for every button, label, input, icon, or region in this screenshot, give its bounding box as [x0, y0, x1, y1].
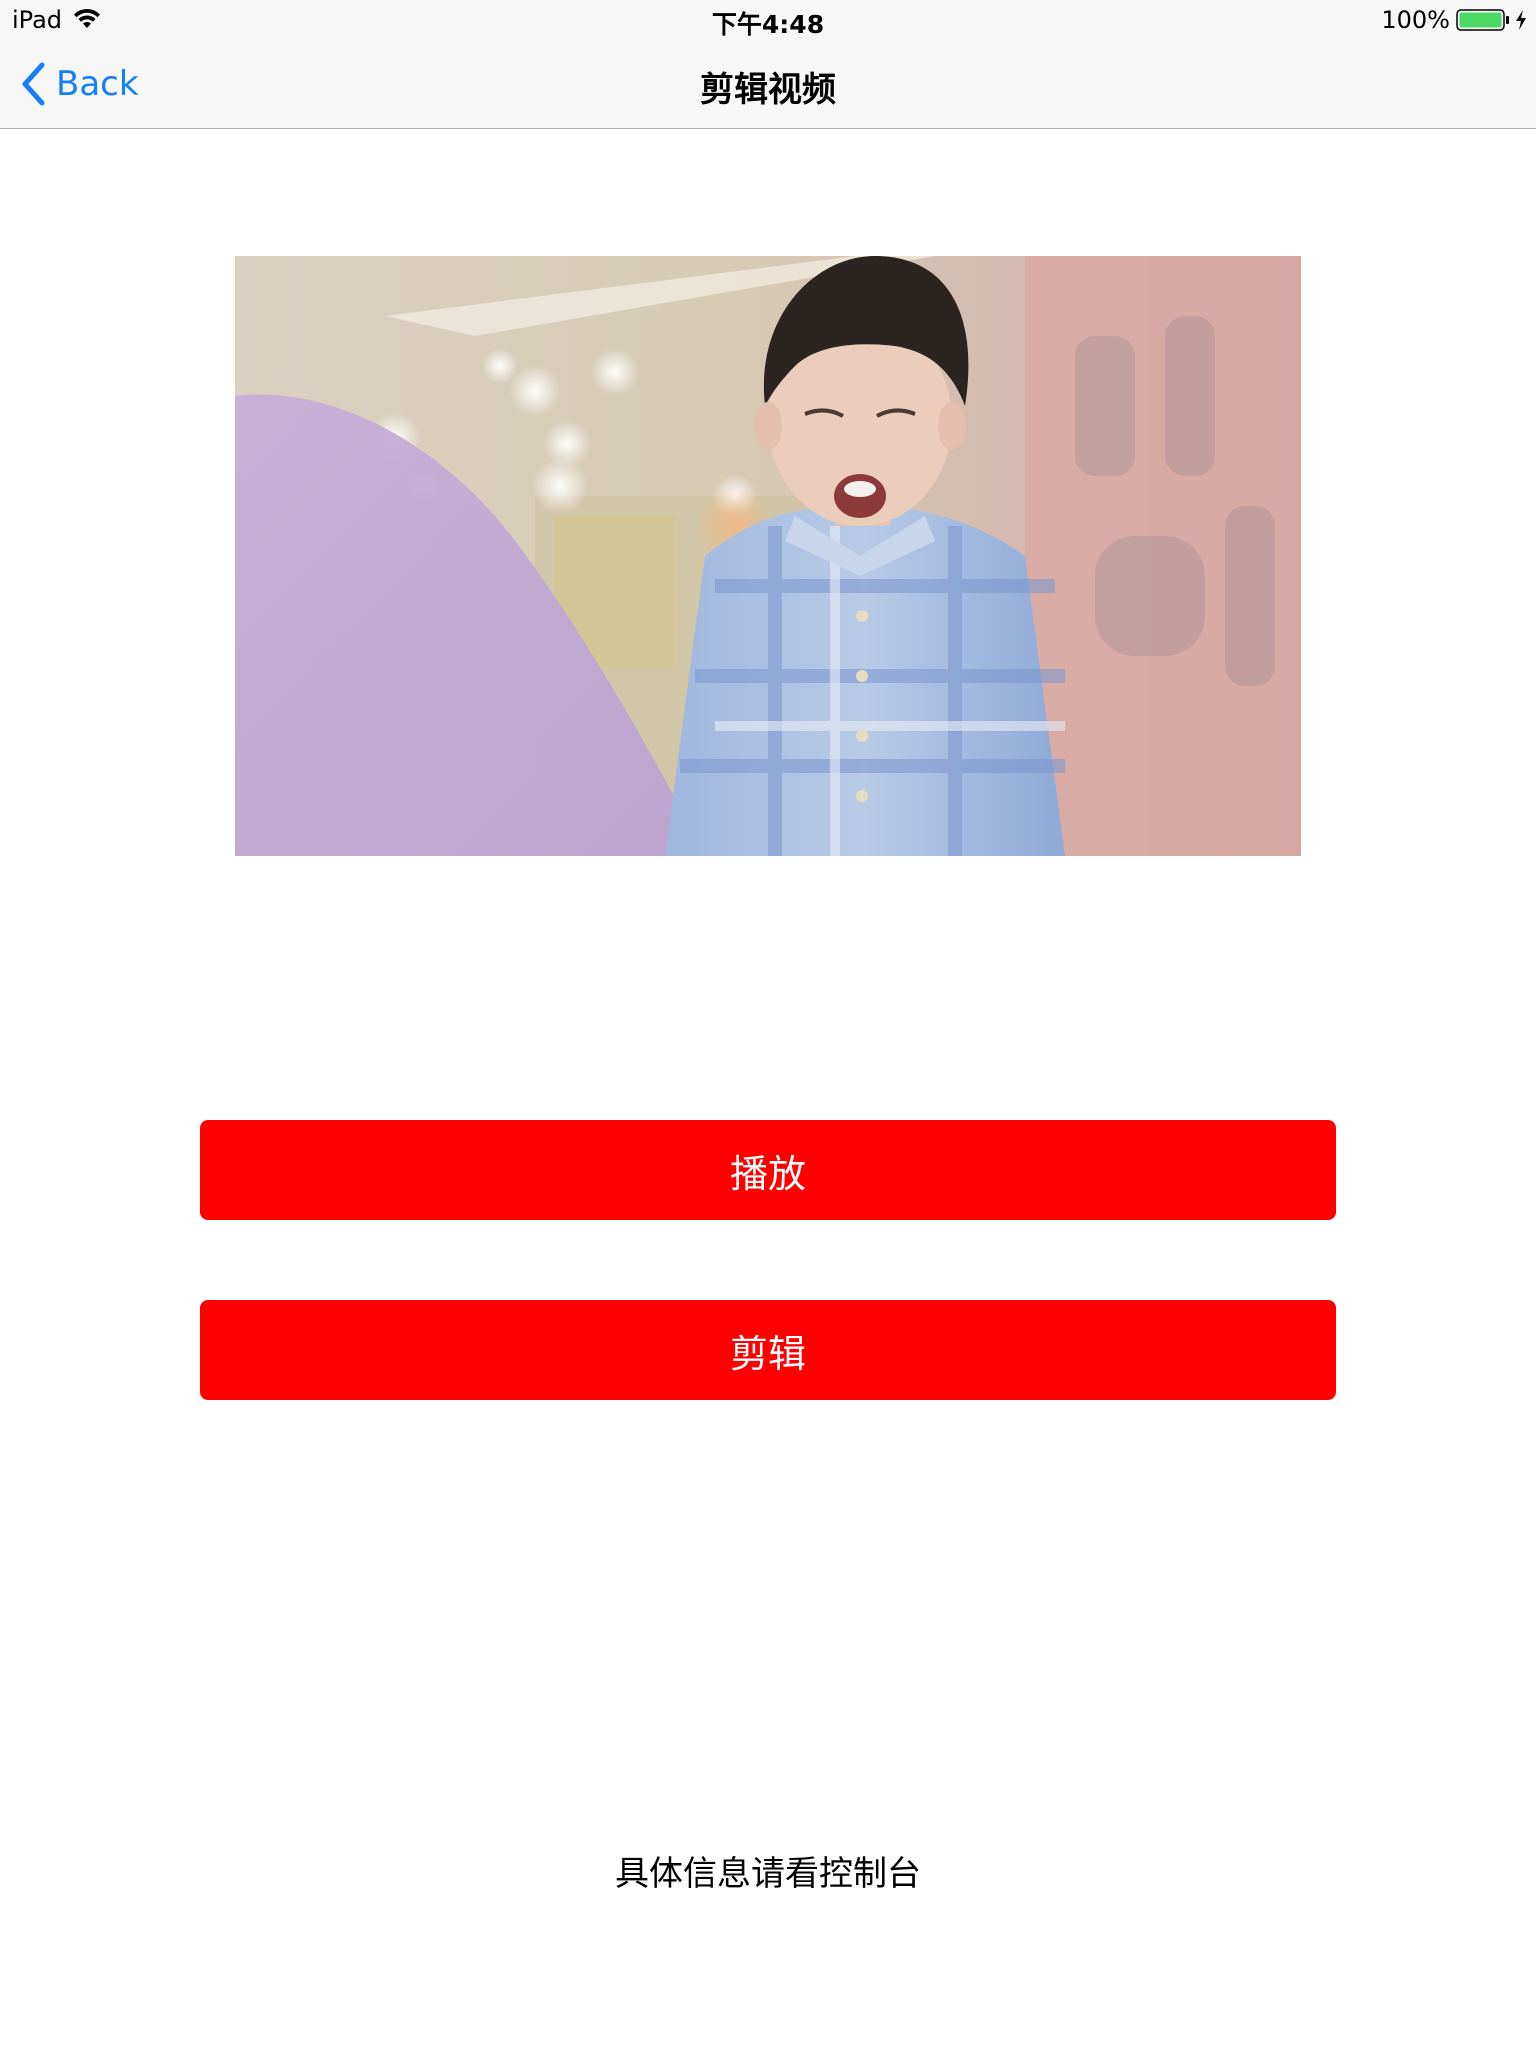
charging-bolt-icon	[1516, 10, 1526, 30]
status-time: 下午4:48	[711, 10, 825, 39]
video-frame-image	[235, 256, 1301, 856]
status-bar: iPad 下午4:48 100%	[0, 0, 1536, 40]
video-thumbnail[interactable]	[235, 256, 1301, 856]
play-button[interactable]: 播放	[200, 1120, 1336, 1220]
navigation-bar: Back 剪辑视频	[0, 40, 1536, 129]
clip-button[interactable]: 剪辑	[200, 1300, 1336, 1400]
console-info-label: 具体信息请看控制台	[615, 1854, 921, 1894]
page-title: 剪辑视频	[700, 70, 836, 110]
battery-percent: 100%	[1381, 6, 1450, 34]
battery-icon	[1456, 9, 1509, 31]
